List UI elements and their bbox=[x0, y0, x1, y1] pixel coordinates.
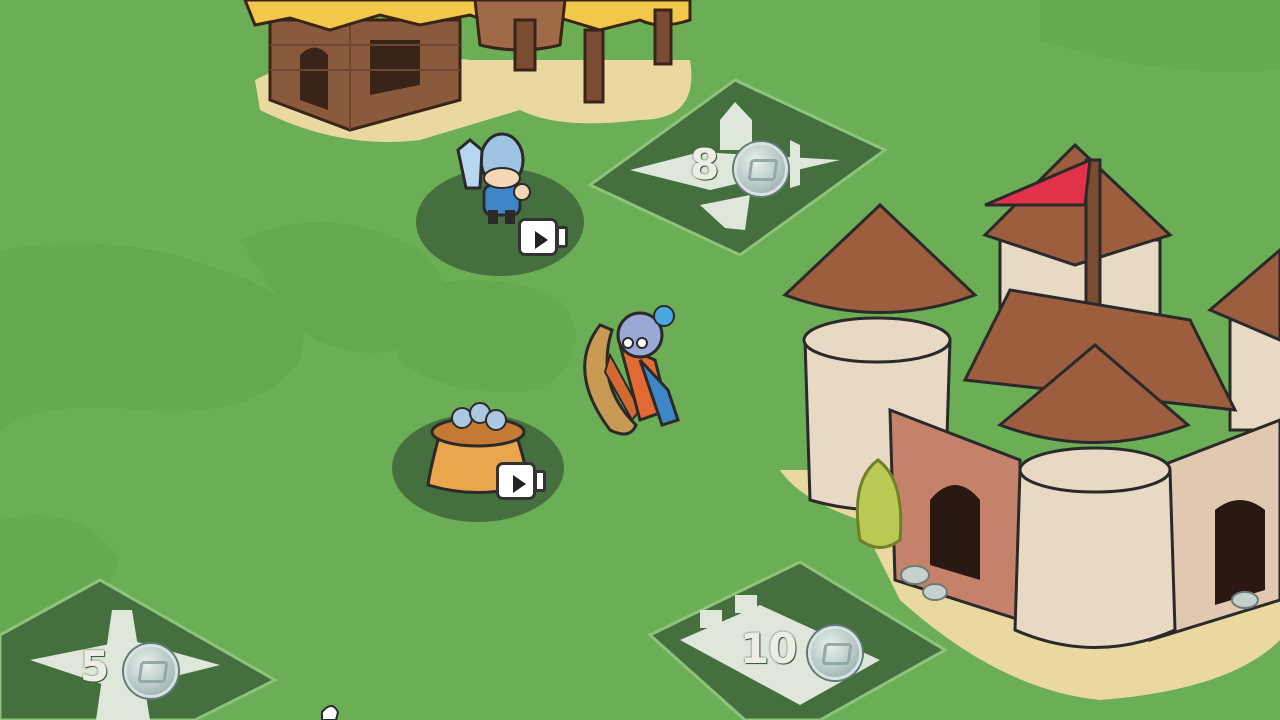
dust-puff bbox=[321, 705, 340, 720]
video-ad-icon[interactable] bbox=[496, 462, 548, 500]
game-world bbox=[0, 0, 1280, 720]
archer-hero-icon bbox=[583, 305, 680, 436]
cost-value: 8 bbox=[690, 140, 719, 189]
silver-coin-icon bbox=[808, 626, 862, 680]
silver-coin-icon bbox=[734, 142, 788, 196]
farmhouse bbox=[243, 0, 692, 143]
video-ad-icon[interactable] bbox=[518, 218, 570, 256]
silver-coin-icon bbox=[124, 644, 178, 698]
cost-value: 10 bbox=[740, 624, 797, 673]
cost-value: 5 bbox=[80, 642, 109, 691]
flag bbox=[984, 157, 1092, 207]
